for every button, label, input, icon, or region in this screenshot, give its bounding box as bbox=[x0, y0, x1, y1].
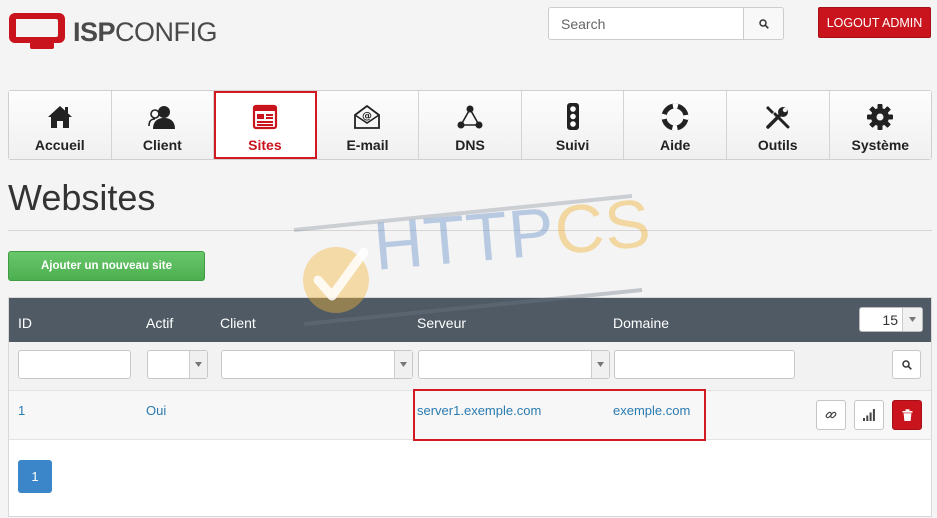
filter-id-input[interactable] bbox=[18, 350, 131, 379]
tools-icon bbox=[765, 106, 790, 129]
sites-icon bbox=[252, 104, 278, 130]
watermark-text-a: HTTP bbox=[370, 193, 559, 285]
tab-label: Outils bbox=[757, 137, 798, 153]
delete-button[interactable] bbox=[892, 400, 922, 430]
tab-label: Sites bbox=[248, 137, 282, 153]
tab-client[interactable]: Client bbox=[111, 91, 215, 159]
tab-label: Système bbox=[851, 137, 910, 153]
svg-text:@: @ bbox=[362, 111, 372, 122]
open-link-button[interactable] bbox=[816, 400, 846, 430]
tab-accueil[interactable]: Accueil bbox=[9, 91, 112, 159]
tab-label: DNS bbox=[455, 137, 485, 153]
column-header-client[interactable]: Client bbox=[220, 315, 256, 331]
home-icon bbox=[47, 106, 72, 128]
main-nav: Accueil Client Sites @ E-mail DNS Suivi … bbox=[8, 90, 932, 160]
pagination-page-button[interactable]: 1 bbox=[18, 460, 52, 493]
logo-text-bold: ISP bbox=[73, 17, 116, 47]
column-header-actif[interactable]: Actif bbox=[146, 315, 173, 331]
watermark-text: HTTPCS bbox=[371, 184, 655, 286]
column-header-domaine[interactable]: Domaine bbox=[613, 315, 669, 331]
logo-screen-icon bbox=[9, 13, 65, 49]
traffic-light-icon bbox=[566, 103, 579, 130]
tab-suivi[interactable]: Suivi bbox=[521, 91, 625, 159]
tab-label: Accueil bbox=[34, 137, 85, 153]
websites-table: ID Actif Client Serveur Domaine 15 1 Oui… bbox=[8, 297, 932, 517]
title-divider bbox=[8, 230, 932, 231]
watermark-text-b: CS bbox=[551, 184, 655, 270]
logo-text: ISPCONFIG bbox=[73, 17, 218, 48]
tab-label: Aide bbox=[659, 137, 691, 153]
lifebuoy-icon bbox=[661, 103, 689, 131]
link-icon bbox=[825, 411, 837, 419]
tab-outils[interactable]: Outils bbox=[726, 91, 830, 159]
statistics-button[interactable] bbox=[854, 400, 884, 430]
search-icon bbox=[901, 359, 912, 370]
chevron-down-icon bbox=[909, 317, 916, 322]
tab-dns[interactable]: DNS bbox=[419, 91, 522, 159]
column-header-serveur[interactable]: Serveur bbox=[417, 315, 466, 331]
per-page-select[interactable]: 15 bbox=[859, 307, 923, 332]
tab-label: Client bbox=[142, 137, 182, 153]
gear-icon bbox=[867, 104, 894, 130]
search-icon bbox=[758, 18, 769, 29]
user-icon bbox=[148, 106, 176, 129]
cell-actif[interactable]: Oui bbox=[146, 403, 166, 418]
filter-domaine-input[interactable] bbox=[614, 350, 795, 379]
logo-text-light: CONFIG bbox=[115, 17, 218, 47]
tab-sites[interactable]: Sites bbox=[214, 91, 317, 159]
filter-row bbox=[9, 342, 931, 391]
tab-aide[interactable]: Aide bbox=[624, 91, 727, 159]
chevron-down-icon bbox=[195, 362, 202, 367]
signal-bars-icon bbox=[863, 409, 875, 421]
chevron-down-icon bbox=[597, 362, 604, 367]
dns-icon bbox=[457, 105, 483, 129]
search-input[interactable] bbox=[549, 8, 745, 39]
cell-id[interactable]: 1 bbox=[18, 403, 25, 418]
search-button[interactable] bbox=[743, 8, 783, 39]
tab-label: Suivi bbox=[555, 137, 590, 153]
chevron-down-icon bbox=[400, 362, 407, 367]
page-title: Websites bbox=[8, 177, 156, 218]
table-header: ID Actif Client Serveur Domaine 15 bbox=[9, 298, 931, 342]
tab-email[interactable]: @ E-mail bbox=[316, 91, 420, 159]
add-site-button[interactable]: Ajouter un nouveau site bbox=[8, 251, 205, 281]
email-icon: @ bbox=[354, 104, 381, 129]
tab-label: E-mail bbox=[346, 137, 389, 153]
highlight-annotation bbox=[413, 389, 706, 441]
ispconfig-logo[interactable]: ISPCONFIG bbox=[8, 11, 218, 57]
filter-actif-select[interactable] bbox=[147, 350, 208, 379]
filter-search-button[interactable] bbox=[892, 350, 921, 379]
per-page-value: 15 bbox=[882, 312, 898, 328]
filter-serveur-select[interactable] bbox=[418, 350, 610, 379]
global-search bbox=[548, 7, 784, 40]
filter-client-select[interactable] bbox=[221, 350, 413, 379]
trash-icon bbox=[902, 409, 912, 421]
tab-systeme[interactable]: Système bbox=[829, 91, 932, 159]
column-header-id[interactable]: ID bbox=[18, 315, 32, 331]
logout-button[interactable]: LOGOUT ADMIN bbox=[818, 7, 931, 38]
